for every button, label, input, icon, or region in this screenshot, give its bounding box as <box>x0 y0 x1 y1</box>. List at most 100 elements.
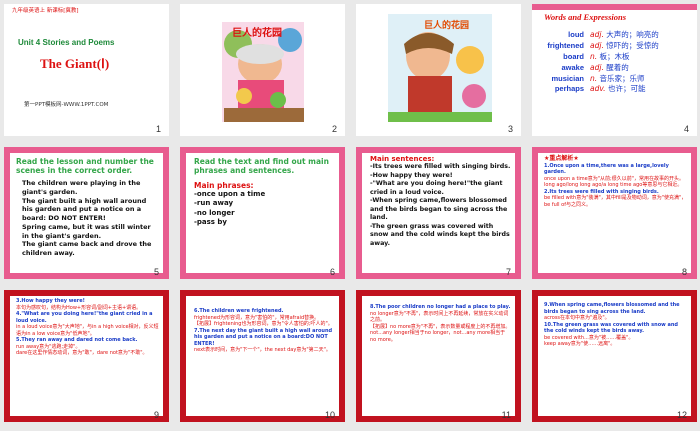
note-line: dare在这里作情态动词，意为"敢"，dare not意为"不敢"。 <box>16 350 148 356</box>
slide-thumbnail-8[interactable]: ★重点解析★ 1.Once upon a time,there was a la… <box>532 147 697 279</box>
slide-number: 9 <box>153 410 159 420</box>
slide-number: 8 <box>681 267 687 277</box>
vocab-word: awake <box>561 62 584 72</box>
sentence-item: -How happy they were! <box>370 171 453 179</box>
note-line: 8.The poor children no longer had a plac… <box>370 304 511 310</box>
vocab-meaning: 板；木板 <box>599 51 630 61</box>
slide-border <box>163 290 169 422</box>
vocab-meaning: 音乐家；乐师 <box>599 73 645 83</box>
sentence-item: -When spring came,flowers blossomed and … <box>370 197 508 221</box>
slide-border <box>180 147 345 153</box>
slide-border <box>356 416 521 422</box>
slide-border <box>532 290 538 422</box>
slide-thumbnail-10[interactable]: 6.The children were frightened. frighten… <box>180 290 345 422</box>
slide-1-unit: Unit 4 Stories and Poems <box>18 38 115 47</box>
slide-border <box>532 290 697 296</box>
slide-thumbnail-3[interactable]: 巨人的花园 3 <box>356 4 521 136</box>
slide-border <box>356 147 362 279</box>
slide-number: 3 <box>507 124 513 134</box>
slide-border <box>4 147 169 153</box>
vocab-list: loud adj. 大声的；响亮的 frightened adj. 惊吓的；受惊的 … <box>534 30 695 95</box>
slide-border <box>180 416 345 422</box>
slide-border <box>163 147 169 279</box>
part-of-speech: adj. <box>590 30 604 39</box>
part-of-speech: n. <box>590 51 598 61</box>
note-line: 10.The green grass was covered with snow… <box>544 321 679 335</box>
slide-thumbnail-9[interactable]: 3.How happy they were! 本句为感叹句，结构为How+形容词… <box>4 290 169 422</box>
phrase-item: -no longer <box>194 208 235 217</box>
slide-border <box>4 290 169 296</box>
sentence-item: -The green grass was covered with snow a… <box>370 222 510 247</box>
slide-border <box>339 290 345 422</box>
book-title: 巨人的花园 <box>424 21 470 31</box>
vocab-word: musician <box>551 73 584 83</box>
slide-border <box>356 290 362 422</box>
slide-thumbnail-5[interactable]: Read the lesson and number the scenes in… <box>4 147 169 279</box>
slide-thumbnail-7[interactable]: Main sentences: -Its trees were filled w… <box>356 147 521 279</box>
slide-border <box>515 147 521 279</box>
slide-border <box>515 290 521 422</box>
vocab-row: perhaps adv. 也许；可能 <box>534 84 695 95</box>
slide-border <box>532 147 697 153</box>
part-of-speech: n. <box>590 73 598 83</box>
slide-border <box>180 290 186 422</box>
note-line: 4."What are you doing here!"the giant cr… <box>16 311 153 324</box>
slide-thumbnail-2[interactable]: 巨人的花园 2 <box>180 4 345 136</box>
slide-thumbnail-11[interactable]: 8.The poor children no longer had a plac… <box>356 290 521 422</box>
slide-number: 12 <box>676 410 687 420</box>
main-sentences-label: Main sentences: <box>370 155 435 163</box>
phrase-item: -pass by <box>194 218 227 227</box>
vocab-word: perhaps <box>554 84 584 94</box>
phrase-item: -once upon a time <box>194 190 266 198</box>
note-line: 7.The next day the giant built a high wa… <box>194 327 333 347</box>
vocab-row: awake adj. 醒着的 <box>534 63 695 74</box>
slide-border <box>356 273 521 279</box>
note-line: keep away意为"使……远离"。 <box>544 341 616 347</box>
slide-thumbnail-4[interactable]: Words and Expressions loud adj. 大声的；响亮的 f… <box>532 4 697 136</box>
vocab-row: musician n. 音乐家；乐师 <box>534 74 695 85</box>
slide-border <box>180 273 345 279</box>
part-of-speech: adv. <box>590 84 606 94</box>
note-line: next表示时间，意为"下一个"，the next day意为"第二天"。 <box>194 347 331 353</box>
note-line: 9.When spring came,flowers blossomed and… <box>544 302 680 315</box>
slide-border <box>356 147 521 153</box>
vocab-meaning: 醒着的 <box>606 62 629 72</box>
vocab-meaning: 惊吓的；受惊的 <box>606 40 659 50</box>
note-line: not...any longer相当于no longer，not...any m… <box>370 330 506 343</box>
slide-thumbnail-6[interactable]: Read the text and find out main phrases … <box>180 147 345 279</box>
slide-border <box>691 290 697 422</box>
slide-border <box>339 147 345 279</box>
slide-number: 11 <box>501 410 511 420</box>
slide-border <box>691 147 697 279</box>
scene-item: The giant built a high wall around his g… <box>22 196 147 223</box>
slide-number: 1 <box>155 124 161 134</box>
slide-number: 7 <box>505 267 511 277</box>
slide-1-top-tag: 九年级英语上 新课标[冀教] <box>12 8 79 14</box>
note-line: 1.Once upon a time,there was a large,lov… <box>544 162 669 176</box>
sentence-item: -Its trees were filled with singing bird… <box>370 163 511 170</box>
slide-border <box>4 147 10 279</box>
slide-number: 6 <box>329 267 335 277</box>
vocab-meaning: 大声的；响亮的 <box>606 30 659 39</box>
slide-border <box>4 290 10 422</box>
slide-8-title: ★重点解析★ <box>544 155 579 162</box>
slide-thumbnail-1[interactable]: 九年级英语上 新课标[冀教] Unit 4 Stories and Poems … <box>4 4 169 136</box>
vocab-row: frightened adj. 惊吓的；受惊的 <box>534 41 695 52</box>
slide-thumbnail-12[interactable]: 9.When spring came,flowers blossomed and… <box>532 290 697 422</box>
vocab-row: board n. 板；木板 <box>534 52 695 63</box>
slide-border <box>4 273 169 279</box>
main-phrases-label: Main phrases: <box>194 181 254 190</box>
slide-5-title: Read the lesson and number the scenes in… <box>16 157 154 175</box>
vocab-row: loud adj. 大声的；响亮的 <box>534 30 695 41</box>
slide-number: 4 <box>683 124 689 134</box>
slide-4-heading: Words and Expressions <box>544 12 627 22</box>
slide-1-footer: 第一PPT模板网-WWW.1PPT.COM <box>24 102 109 108</box>
slide-border <box>532 4 697 10</box>
note-line: long ago/long long ago/a long time ago等意… <box>544 182 683 189</box>
vocab-word: board <box>563 51 584 61</box>
book-title: 巨人的花园 <box>232 28 282 39</box>
part-of-speech: adj. <box>590 40 604 50</box>
vocab-word: frightened <box>547 40 584 50</box>
slide-1-title: The Giant(Ⅰ) <box>40 56 110 71</box>
slide-number: 10 <box>324 410 335 420</box>
